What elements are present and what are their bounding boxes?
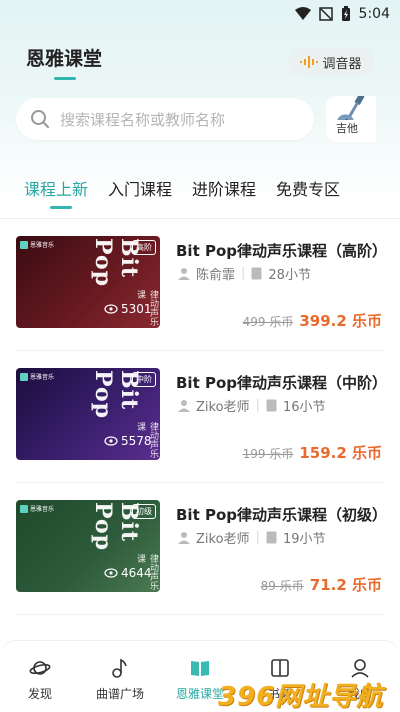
divider — [0, 218, 400, 219]
course-meta: Ziko老师 | 16小节 — [178, 396, 325, 415]
book-icon — [191, 661, 209, 676]
divider — [16, 482, 384, 483]
music-note-icon — [112, 658, 127, 678]
course-meta: 陈俞霏 | 28小节 — [178, 264, 311, 283]
wifi-icon — [294, 7, 311, 20]
course-title: Bit Pop律动声乐课程（高阶） — [176, 242, 388, 260]
original-price: 89 乐币 — [260, 579, 304, 593]
thumb-brand: 恩雅音乐 — [20, 240, 54, 249]
view-count: 4644 — [104, 566, 152, 580]
lesson-count: 19小节 — [282, 532, 326, 547]
guitar-label: 吉他 — [334, 120, 360, 136]
search-input[interactable]: 搜索课程名称或教师名称 — [16, 98, 314, 140]
category-tabs: 课程上新 入门课程 进阶课程 免费专区 — [24, 176, 360, 200]
status-time: 5:04 — [358, 6, 390, 22]
tab-advanced-courses[interactable]: 进阶课程 — [192, 176, 256, 200]
teacher-name: Ziko老师 — [196, 400, 250, 415]
eye-icon — [104, 436, 118, 446]
view-count: 5578 — [104, 434, 152, 448]
current-price: 399.2 乐币 — [299, 312, 382, 330]
nav-item-sheet-music[interactable]: 曲谱广场 — [80, 641, 160, 712]
tab-beginner-courses[interactable]: 入门课程 — [108, 176, 172, 200]
course-thumbnail[interactable]: 恩雅音乐 高阶 Bit Pop 律动声乐课 5301 — [16, 236, 160, 328]
guitar-shortcut-button[interactable]: 吉他 — [326, 96, 376, 142]
course-title: Bit Pop律动声乐课程（中阶） — [176, 374, 388, 392]
nav-label: 曲谱广场 — [95, 687, 144, 701]
tab-free-zone[interactable]: 免费专区 — [276, 176, 340, 200]
teacher-icon — [178, 400, 190, 412]
status-bar: 5:04 — [0, 0, 400, 28]
course-thumbnail[interactable]: 恩雅音乐 初级 Bit Pop 律动声乐课 4644 — [16, 500, 160, 592]
page-title: 恩雅课堂 — [26, 48, 103, 70]
eye-icon — [104, 304, 118, 314]
thumb-brand: 恩雅音乐 — [20, 372, 54, 381]
course-meta: Ziko老师 | 19小节 — [178, 528, 325, 547]
search-placeholder: 搜索课程名称或教师名称 — [60, 110, 226, 129]
tuner-label: 调音器 — [322, 56, 362, 72]
document-icon — [266, 531, 277, 544]
nav-item-discover[interactable]: 发现 — [0, 641, 80, 712]
current-price: 71.2 乐币 — [309, 576, 382, 594]
teacher-icon — [178, 532, 190, 544]
course-item[interactable]: 恩雅音乐 初级 Bit Pop 律动声乐课 4644 Bit Pop律动声乐课程… — [0, 500, 400, 620]
nav-label: 恩雅课堂 — [175, 687, 224, 701]
tuner-icon — [300, 56, 319, 68]
course-item[interactable]: 恩雅音乐 高阶 Bit Pop 律动声乐课 5301 Bit Pop律动声乐课程… — [0, 236, 400, 356]
divider — [16, 350, 384, 351]
brand-logo-icon — [20, 372, 28, 381]
course-title: Bit Pop律动声乐课程（初级） — [176, 506, 388, 524]
eye-icon — [104, 568, 118, 578]
view-count: 5301 — [104, 302, 152, 316]
divider — [16, 614, 384, 615]
planet-icon — [29, 661, 51, 675]
price-row: 499 乐币 399.2 乐币 — [243, 310, 382, 331]
tuner-button[interactable]: 调音器 — [288, 48, 374, 76]
battery-icon — [341, 6, 350, 21]
lesson-count: 28小节 — [268, 268, 311, 283]
current-price: 159.2 乐币 — [299, 444, 382, 462]
active-tab-indicator — [50, 206, 72, 209]
watermark-logo: 396网址导航 — [218, 682, 384, 712]
brand-logo-icon — [20, 504, 28, 513]
document-icon — [266, 399, 277, 412]
tab-new-courses[interactable]: 课程上新 — [24, 176, 88, 200]
teacher-name: 陈俞霏 — [196, 268, 236, 283]
thumb-brand: 恩雅音乐 — [20, 504, 54, 513]
document-icon — [251, 267, 262, 280]
original-price: 199 乐币 — [242, 447, 294, 461]
search-icon — [31, 110, 49, 128]
brand-logo-icon — [20, 240, 28, 249]
price-row: 89 乐币 71.2 乐币 — [261, 574, 382, 595]
price-row: 199 乐币 159.2 乐币 — [243, 442, 382, 463]
teacher-name: Ziko老师 — [196, 532, 250, 547]
nav-label: 发现 — [27, 687, 52, 701]
title-underline — [54, 77, 76, 80]
lesson-count: 16小节 — [282, 400, 326, 415]
meta-separator: | — [241, 266, 246, 281]
original-price: 499 乐币 — [242, 315, 294, 329]
course-thumbnail[interactable]: 恩雅音乐 中阶 Bit Pop 律动声乐课 5578 — [16, 368, 160, 460]
meta-separator: | — [255, 398, 260, 413]
no-signal-icon — [318, 7, 333, 21]
teacher-icon — [178, 268, 190, 280]
course-item[interactable]: 恩雅音乐 中阶 Bit Pop 律动声乐课 5578 Bit Pop律动声乐课程… — [0, 368, 400, 488]
meta-separator: | — [255, 530, 260, 545]
